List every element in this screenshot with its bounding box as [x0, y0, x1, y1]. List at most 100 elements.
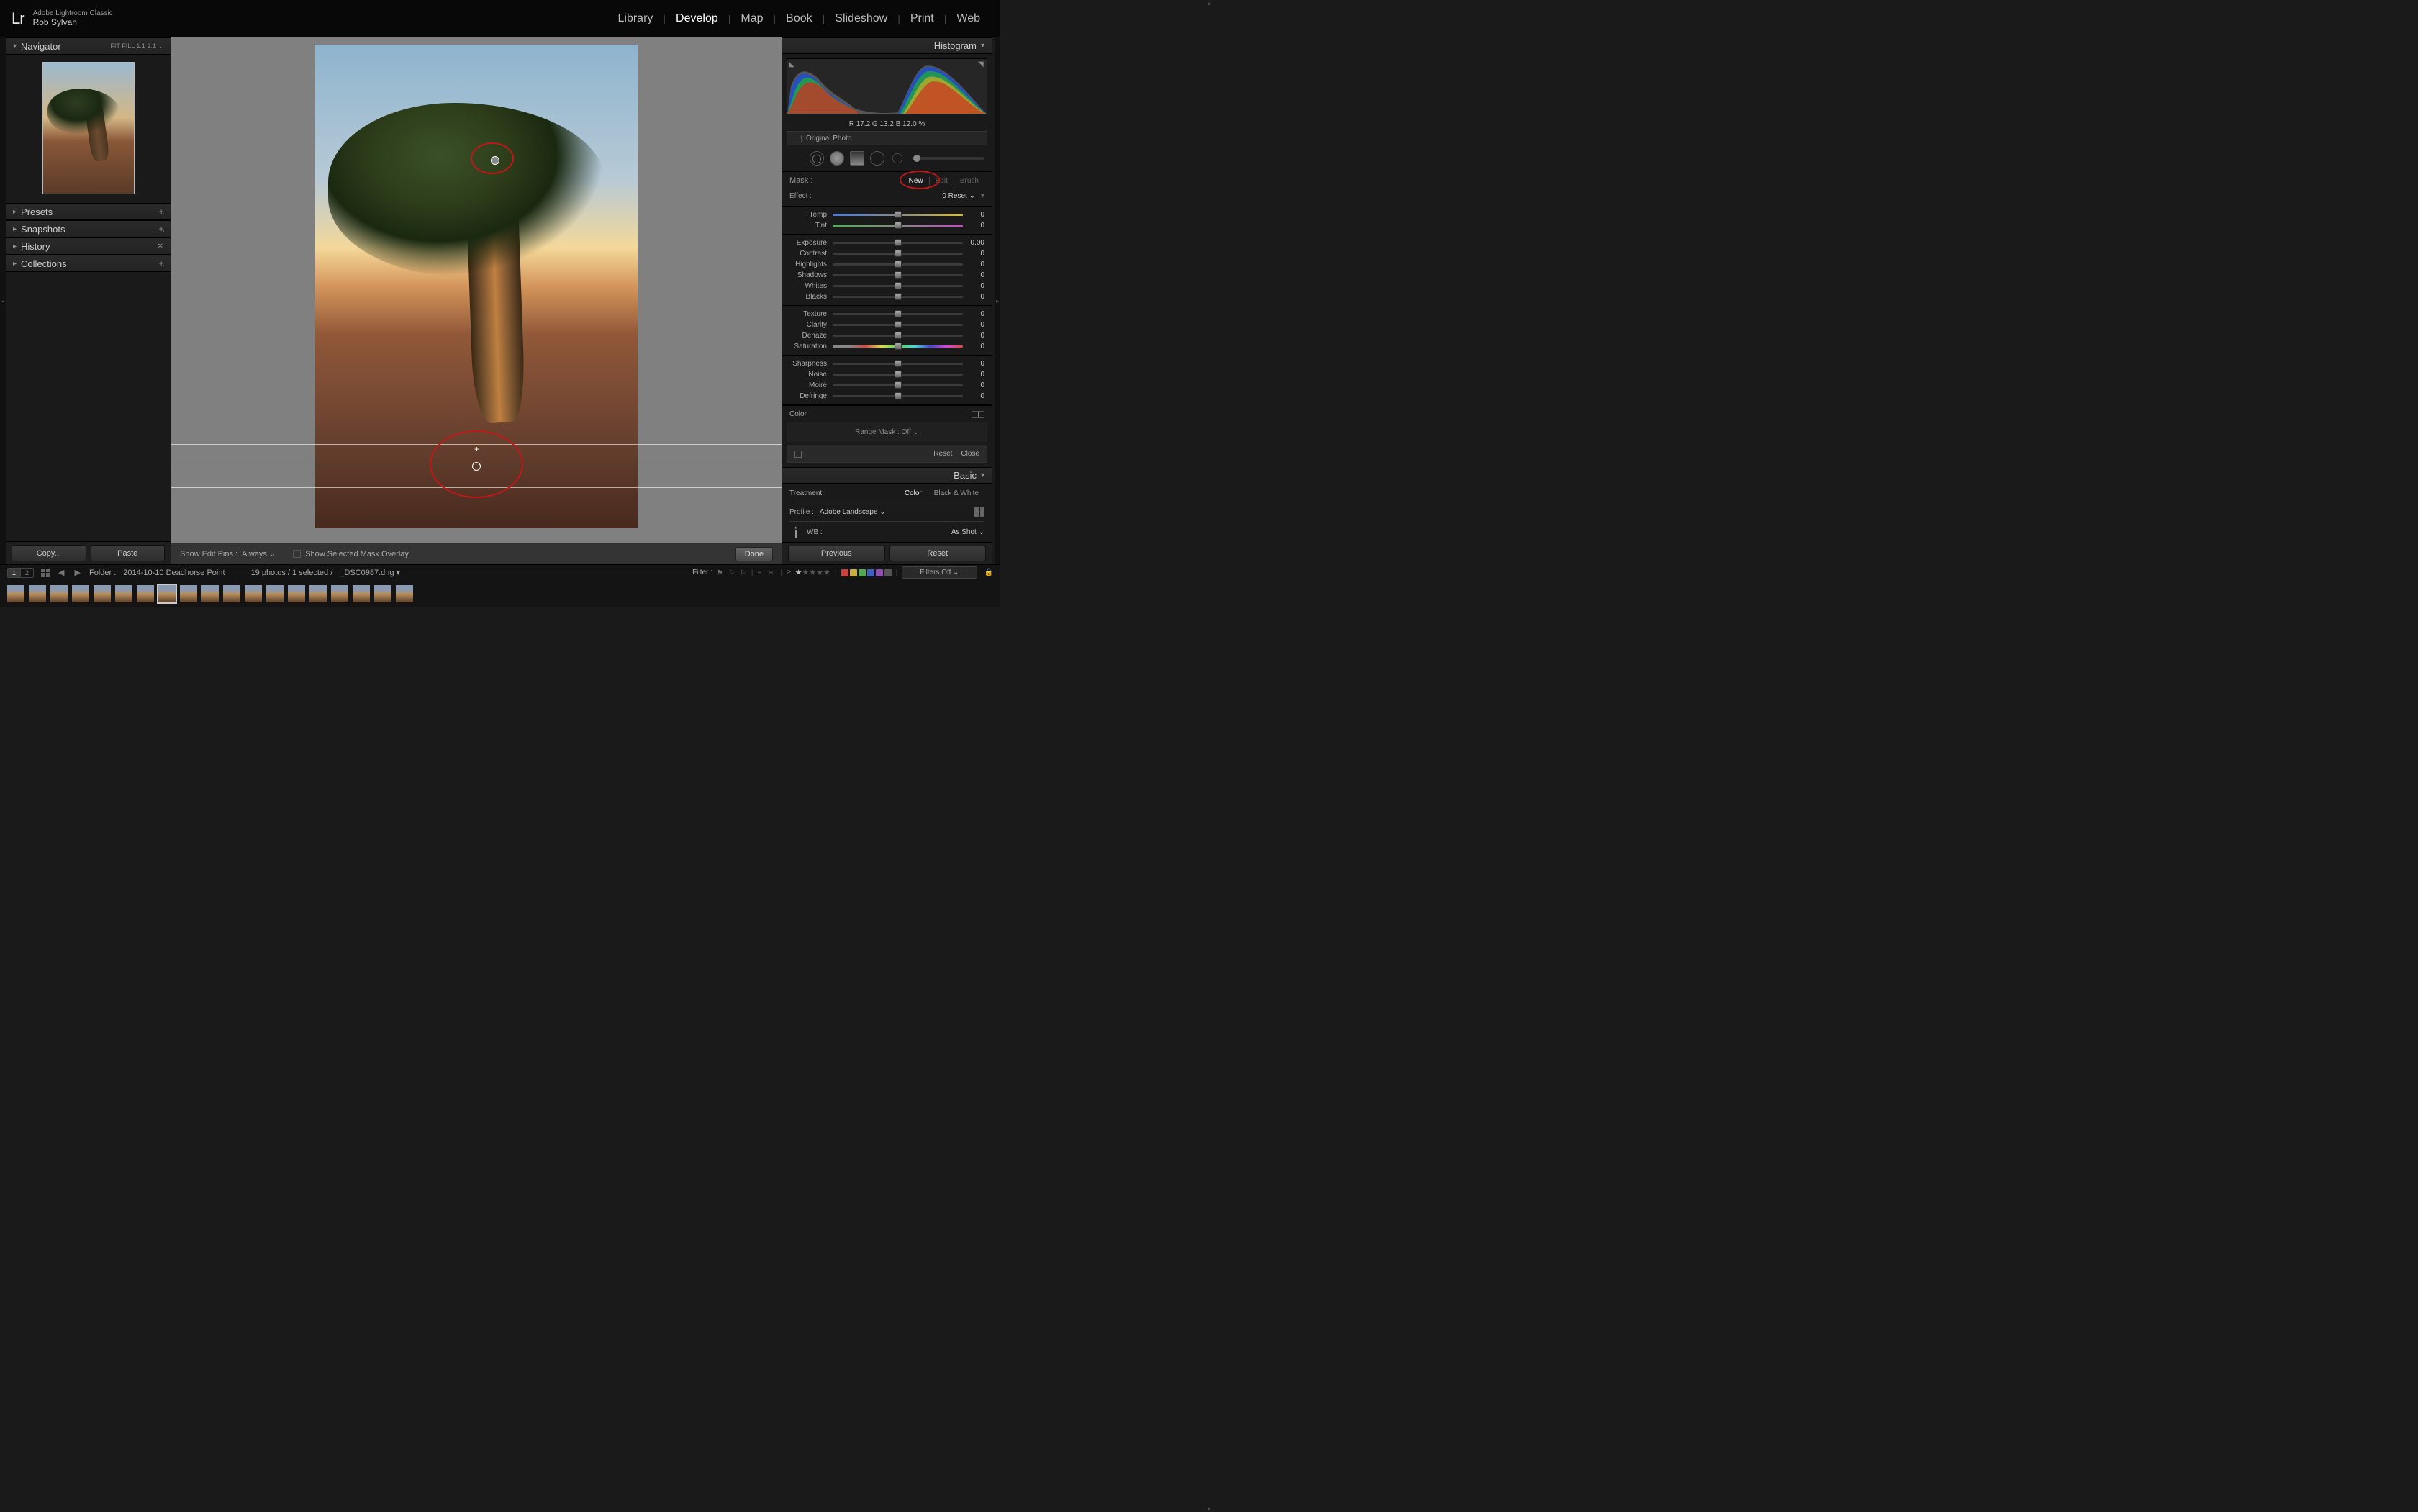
spot-removal-tool[interactable]: ◯ [810, 151, 824, 166]
x-icon[interactable]: ✕ [158, 243, 163, 250]
filmstrip-thumb[interactable] [135, 584, 155, 604]
mask-overlay-checkbox[interactable] [293, 550, 301, 558]
redeye-tool[interactable] [830, 151, 844, 166]
color-filter-yellow[interactable] [850, 569, 857, 576]
filmstrip-thumb[interactable] [27, 584, 47, 604]
range-mask-dropdown[interactable]: Range Mask : Off ⌄ [787, 422, 987, 442]
moire-slider[interactable]: Moiré0 [789, 380, 984, 391]
plus-icon[interactable]: +. [159, 224, 163, 234]
window1-button[interactable]: 1 [8, 569, 21, 577]
filters-off-dropdown[interactable]: Filters Off ⌄ [902, 566, 977, 579]
profile-dropdown[interactable]: Adobe Landscape ⌄ [820, 508, 886, 516]
shadows-slider[interactable]: Shadows0 [789, 270, 984, 281]
filmstrip-thumb[interactable] [394, 584, 415, 604]
bottom-panel-collapse[interactable]: ▾ [1195, 1506, 1223, 1511]
chevron-down-icon[interactable]: ▾ [981, 192, 984, 200]
reset-adjustment-button[interactable]: Reset [933, 450, 952, 458]
previous-button[interactable]: Previous [788, 546, 885, 561]
navigator-header[interactable]: ▾ Navigator FIT FILL 1:1 2:1 ⌄ [6, 37, 171, 55]
filmstrip-thumb[interactable] [351, 584, 371, 604]
grid-view-icon[interactable] [41, 569, 50, 577]
rating-gte-icon[interactable]: ≡ [758, 569, 765, 576]
canvas[interactable]: + [171, 37, 782, 543]
highlights-slider[interactable]: Highlights0 [789, 259, 984, 270]
module-book[interactable]: Book [777, 12, 820, 25]
gradient-line-bottom[interactable] [171, 487, 782, 488]
flag-any-icon[interactable]: ⚑ [717, 569, 724, 576]
color-filter-red[interactable] [841, 569, 848, 576]
treatment-color[interactable]: Color [899, 489, 928, 497]
filmstrip-thumb[interactable] [286, 584, 307, 604]
module-library[interactable]: Library [610, 12, 662, 25]
noise-slider[interactable]: Noise0 [789, 369, 984, 380]
color-picker-row[interactable]: Color [782, 405, 992, 422]
edit-pins-dropdown[interactable]: Always ⌄ [242, 549, 276, 558]
filmstrip-thumb[interactable] [265, 584, 285, 604]
filmstrip-thumb[interactable] [243, 584, 263, 604]
basic-header[interactable]: Basic ▾ [782, 467, 992, 484]
snapshots-header[interactable]: ▸ Snapshots +. [6, 220, 171, 237]
identity-plate[interactable]: Rob Sylvan [33, 17, 113, 27]
done-button[interactable]: Done [735, 547, 773, 561]
reset-button[interactable]: Reset [889, 546, 987, 561]
texture-slider[interactable]: Texture0 [789, 309, 984, 320]
top-panel-collapse[interactable]: ▴ [1195, 0, 1223, 6]
filmstrip-thumb[interactable] [200, 584, 220, 604]
highlight-clipping-icon[interactable]: ◥ [978, 60, 985, 68]
shadow-clipping-icon[interactable]: ◣ [789, 60, 796, 68]
mask-brush-tab[interactable]: Brush [954, 177, 984, 185]
filmstrip-thumb[interactable] [222, 584, 242, 604]
plus-icon[interactable]: +. [159, 258, 163, 268]
original-photo-checkbox[interactable] [794, 135, 802, 142]
temp-slider[interactable]: Temp0 [789, 209, 984, 220]
radial-filter-tool[interactable] [870, 151, 884, 166]
close-adjustment-button[interactable]: Close [961, 450, 979, 458]
filmstrip-thumb[interactable] [49, 584, 69, 604]
treatment-bw[interactable]: Black & White [928, 489, 984, 497]
filmstrip-thumb[interactable] [6, 584, 26, 604]
graduated-filter-tool[interactable] [850, 151, 864, 166]
contrast-slider[interactable]: Contrast0 [789, 248, 984, 259]
history-header[interactable]: ▸ History ✕ [6, 237, 171, 255]
brush-tool[interactable] [892, 153, 902, 163]
whites-slider[interactable]: Whites0 [789, 281, 984, 291]
filmstrip-thumb[interactable] [92, 584, 112, 604]
defringe-slider[interactable]: Defringe0 [789, 391, 984, 402]
navigator-thumbnail[interactable] [42, 62, 135, 194]
mask-overlay-label[interactable]: Show Selected Mask Overlay [305, 550, 409, 558]
eyedropper-icon[interactable] [787, 524, 804, 540]
left-panel-collapse[interactable]: ◂ [0, 37, 6, 564]
sharpness-slider[interactable]: Sharpness0 [789, 358, 984, 369]
dehaze-slider[interactable]: Dehaze0 [789, 330, 984, 341]
module-slideshow[interactable]: Slideshow [826, 12, 896, 25]
lock-icon[interactable]: 🔒 [984, 569, 993, 576]
collections-header[interactable]: ▸ Collections +. [6, 255, 171, 272]
folder-name[interactable]: 2014-10-10 Deadhorse Point [123, 569, 225, 577]
mask-edit-tab[interactable]: Edit [930, 177, 954, 185]
right-panel-collapse[interactable]: ▸ [995, 37, 1000, 564]
profile-browser-icon[interactable] [974, 507, 984, 517]
module-develop[interactable]: Develop [667, 12, 727, 25]
crop-tool[interactable] [789, 151, 804, 166]
filmstrip-thumb[interactable] [308, 584, 328, 604]
blacks-slider[interactable]: Blacks0 [789, 291, 984, 302]
saturation-slider[interactable]: Saturation0 [789, 341, 984, 352]
module-web[interactable]: Web [948, 12, 989, 25]
original-photo-row[interactable]: Original Photo [787, 131, 987, 145]
mask-new-tab[interactable]: New [903, 177, 930, 185]
color-filter-none[interactable] [884, 569, 892, 576]
filmstrip[interactable] [0, 580, 1000, 607]
filmstrip-thumb[interactable] [330, 584, 350, 604]
color-filter-green[interactable] [859, 569, 866, 576]
rating-compare-icon[interactable]: ≥ [787, 569, 791, 576]
nav-back-icon[interactable]: ◀ [57, 568, 65, 577]
flag-rejected-icon[interactable]: ⚐ [740, 569, 747, 576]
effect-row[interactable]: Effect : 0 Reset ⌄ ▾ [782, 189, 992, 207]
filmstrip-thumb[interactable] [178, 584, 199, 604]
plus-icon[interactable]: +. [159, 207, 163, 217]
presets-header[interactable]: ▸ Presets +. [6, 203, 171, 220]
filmstrip-thumb[interactable] [114, 584, 134, 604]
module-print[interactable]: Print [902, 12, 943, 25]
filmstrip-thumb[interactable] [157, 584, 177, 604]
color-swatch[interactable] [972, 411, 984, 418]
